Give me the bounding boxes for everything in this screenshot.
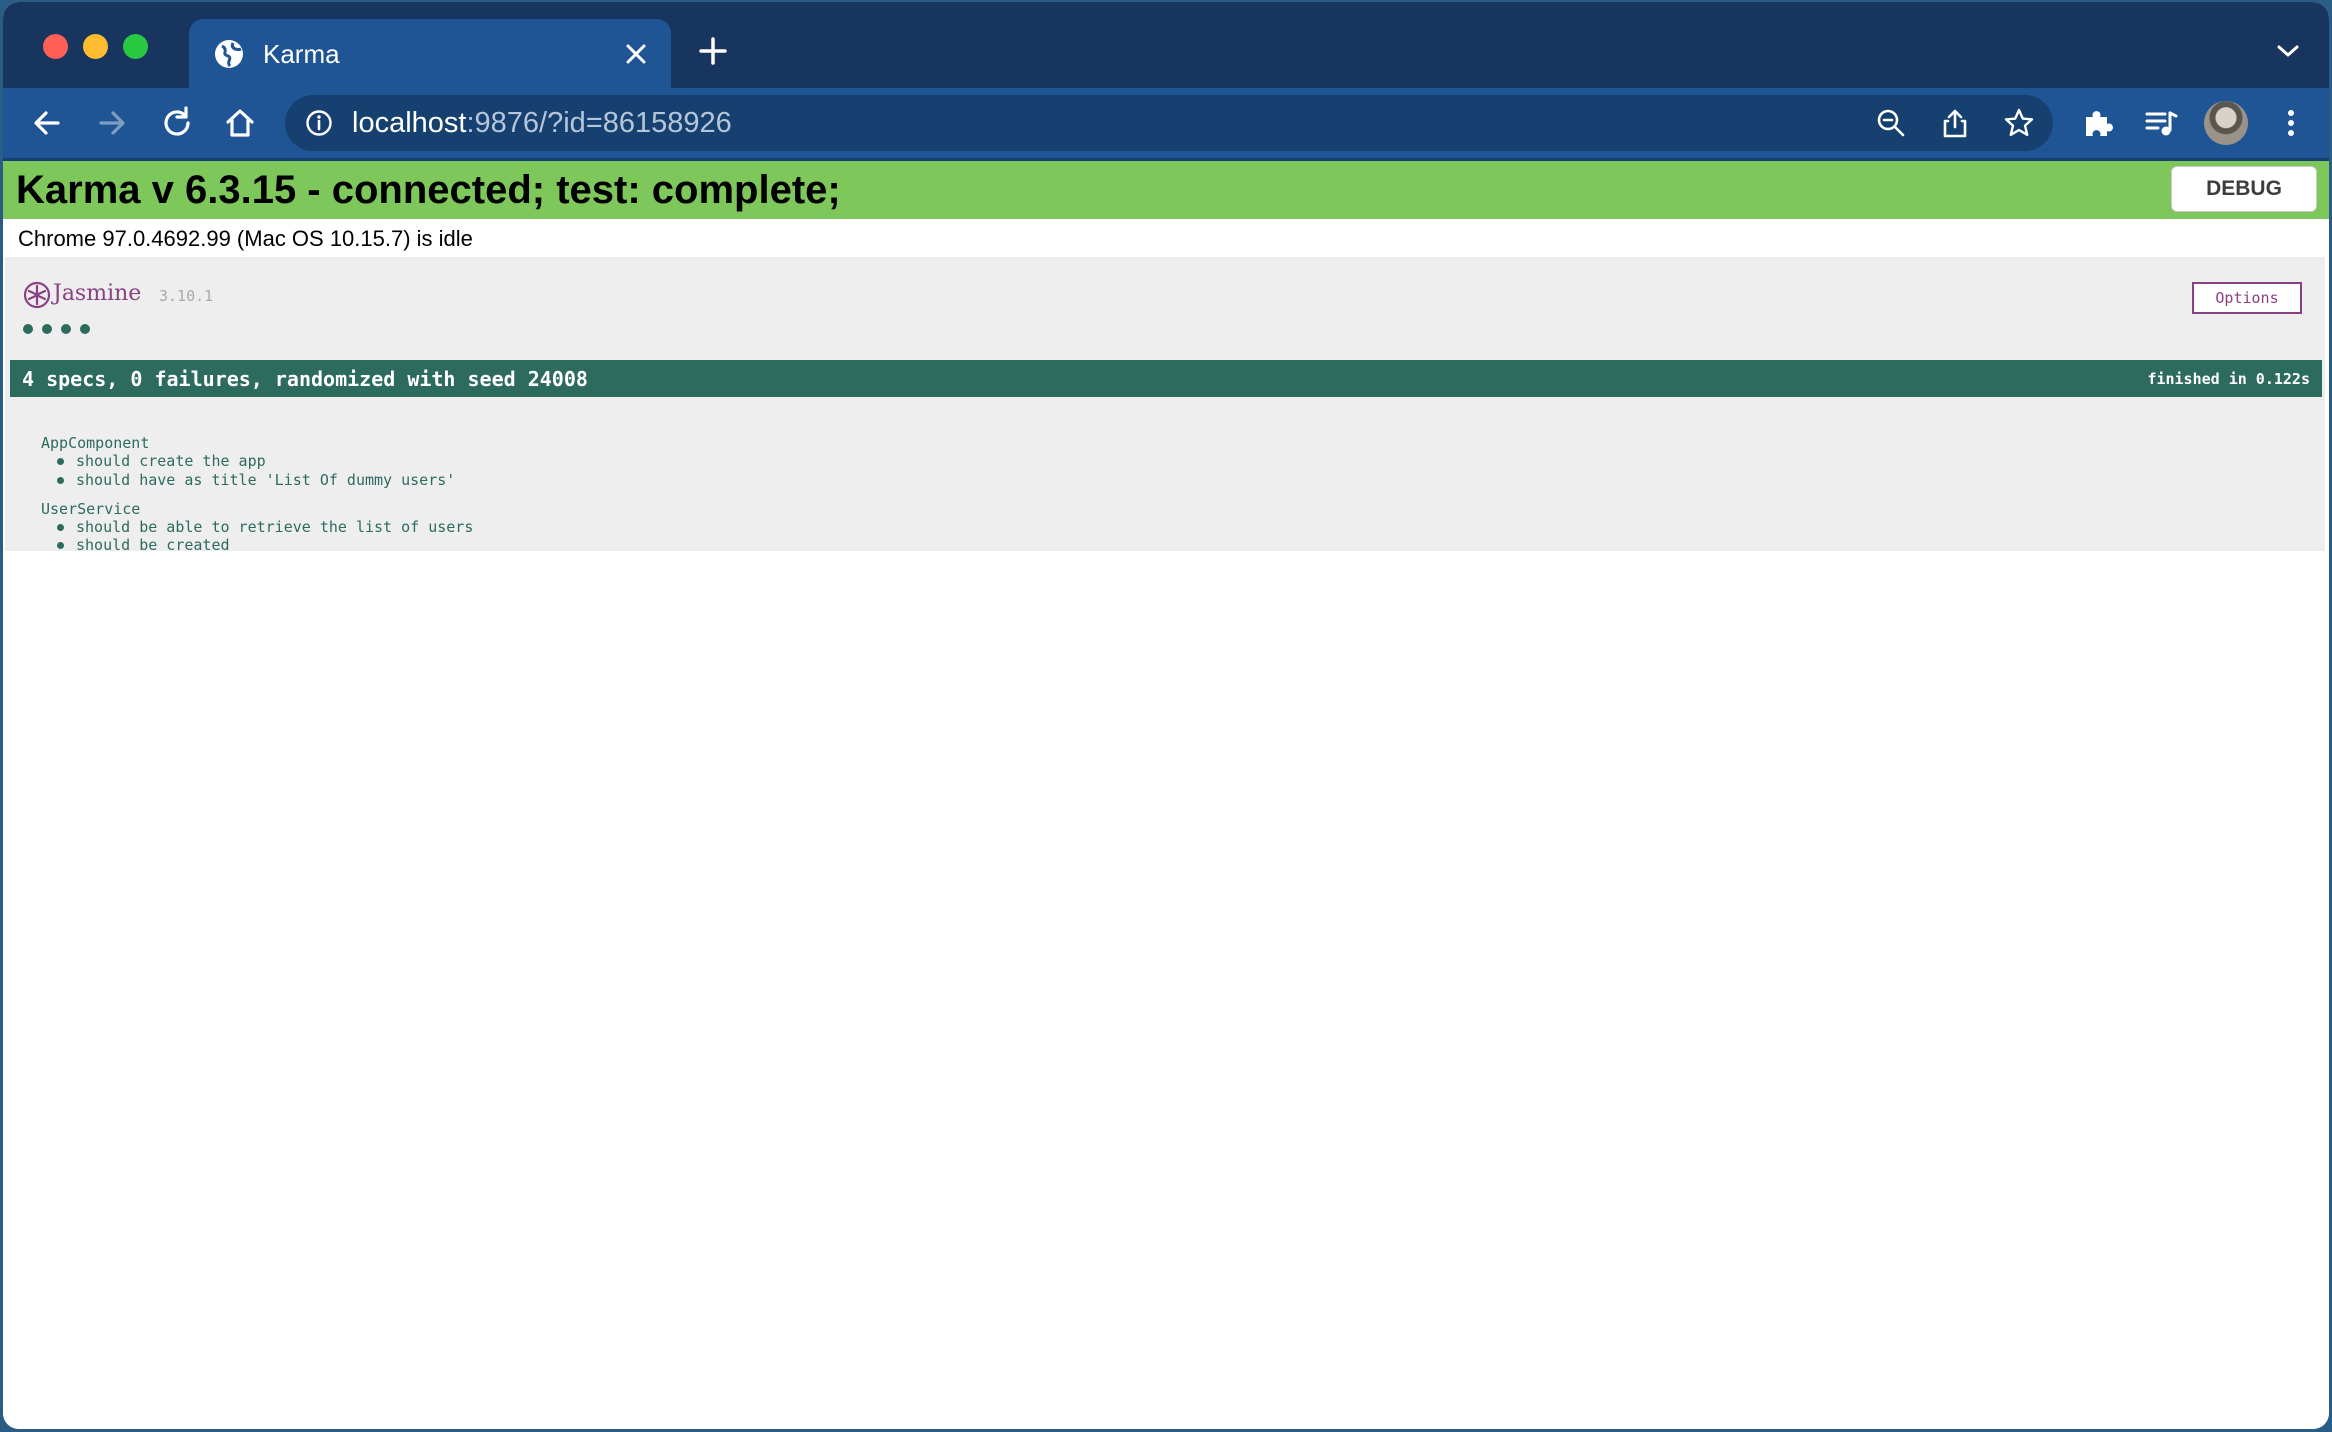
globe-icon: [215, 40, 243, 68]
passed-spec-dot[interactable]: [61, 324, 71, 334]
jasmine-version: 3.10.1: [159, 287, 214, 305]
spec-item: should create the app: [57, 452, 266, 470]
url-host: localhost: [352, 107, 467, 139]
tab-title: Karma: [263, 39, 340, 69]
site-info-icon[interactable]: [305, 109, 333, 137]
url-text[interactable]: localhost:9876/?id=86158926: [352, 106, 732, 140]
spec-item: should be able to retrieve the list of u…: [56, 518, 473, 536]
zoom-out-icon[interactable]: [1875, 107, 1907, 139]
more-menu-icon[interactable]: [2273, 105, 2309, 141]
jasmine-logo-icon: [23, 281, 51, 309]
home-icon[interactable]: [222, 105, 258, 141]
spec-link[interactable]: should create the app: [76, 452, 266, 470]
forward-arrow-icon[interactable]: [94, 105, 130, 141]
profile-avatar[interactable]: [2204, 101, 2248, 145]
bookmark-star-icon[interactable]: [2003, 107, 2035, 139]
suite-name[interactable]: AppComponent: [41, 434, 149, 452]
karma-banner: Karma v 6.3.15 - connected; test: comple…: [3, 161, 2329, 219]
extensions-puzzle-icon[interactable]: [2080, 105, 2116, 141]
maximize-window-button[interactable]: [123, 34, 148, 59]
back-arrow-icon[interactable]: [29, 105, 65, 141]
share-icon[interactable]: [1939, 107, 1971, 139]
tab-karma[interactable]: Karma: [189, 19, 671, 88]
close-window-button[interactable]: [43, 34, 68, 59]
browser-toolbar: localhost:9876/?id=86158926: [3, 88, 2329, 161]
spec-item: should be created: [57, 536, 230, 554]
page-content: Karma v 6.3.15 - connected; test: comple…: [3, 161, 2329, 1429]
url-path: :9876/?id=86158926: [466, 107, 732, 139]
browser-status-text: Chrome 97.0.4692.99 (Mac OS 10.15.7) is …: [18, 226, 473, 251]
spec-link[interactable]: should have as title 'List Of dummy user…: [76, 471, 455, 489]
spec-link[interactable]: should be able to retrieve the list of u…: [76, 518, 473, 536]
reload-icon[interactable]: [159, 105, 195, 141]
spec-item: should have as title 'List Of dummy user…: [56, 471, 455, 489]
address-bar[interactable]: localhost:9876/?id=86158926: [285, 95, 2053, 151]
new-tab-icon[interactable]: [697, 35, 729, 67]
options-button[interactable]: Options: [2192, 282, 2302, 314]
tab-strip: Karma: [3, 2, 2329, 88]
suite-name[interactable]: UserService: [41, 500, 140, 518]
spec-result-dots: [23, 319, 99, 338]
jasmine-name: Jasmine: [53, 281, 142, 306]
passed-spec-dot[interactable]: [23, 324, 33, 334]
close-tab-icon[interactable]: [623, 41, 649, 67]
minimize-window-button[interactable]: [83, 34, 108, 59]
results-summary-bar: 4 specs, 0 failures, randomized with see…: [10, 360, 2322, 397]
results-summary: 4 specs, 0 failures, randomized with see…: [22, 367, 588, 391]
passed-spec-dot[interactable]: [80, 324, 90, 334]
karma-status-title: Karma v 6.3.15 - connected; test: comple…: [16, 168, 841, 212]
passed-spec-dot[interactable]: [42, 324, 52, 334]
browser-window: Karma localhost:9876/?id=86158926 Karma …: [3, 2, 2329, 1429]
finished-duration: finished in 0.122s: [2147, 370, 2310, 388]
media-queue-icon[interactable]: [2143, 105, 2179, 141]
debug-button[interactable]: DEBUG: [2171, 166, 2317, 212]
tab-search-chevron-icon[interactable]: [2275, 42, 2301, 60]
spec-link[interactable]: should be created: [76, 536, 230, 554]
jasmine-reporter: Jasmine 3.10.1 Options 4 specs, 0 failur…: [5, 257, 2325, 554]
